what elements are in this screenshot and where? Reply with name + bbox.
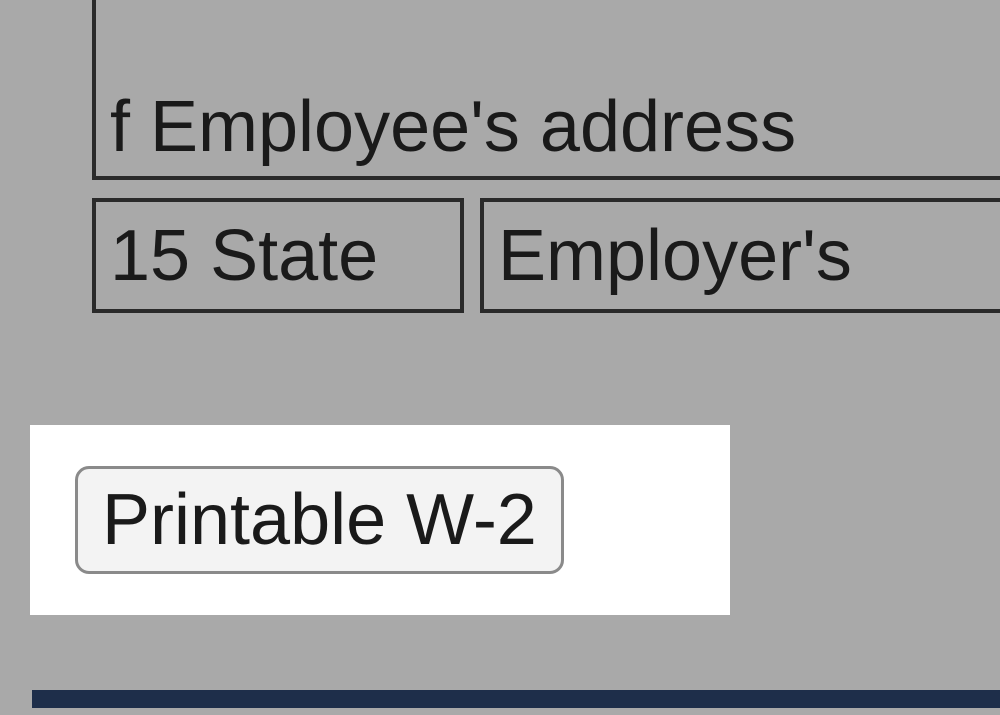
form-box-employer-label: Employer's	[498, 215, 852, 297]
button-container: Printable W-2	[30, 425, 730, 615]
form-box-f-label: f Employee's address	[110, 86, 796, 168]
form-box-15-state: 15 State	[92, 198, 464, 313]
form-box-employer-state-id: Employer's	[480, 198, 1000, 313]
form-box-15-label: 15 State	[110, 215, 378, 297]
divider-line	[32, 690, 1000, 708]
form-box-f-employee-address: f Employee's address	[92, 0, 1000, 180]
printable-w2-button[interactable]: Printable W-2	[75, 466, 564, 574]
